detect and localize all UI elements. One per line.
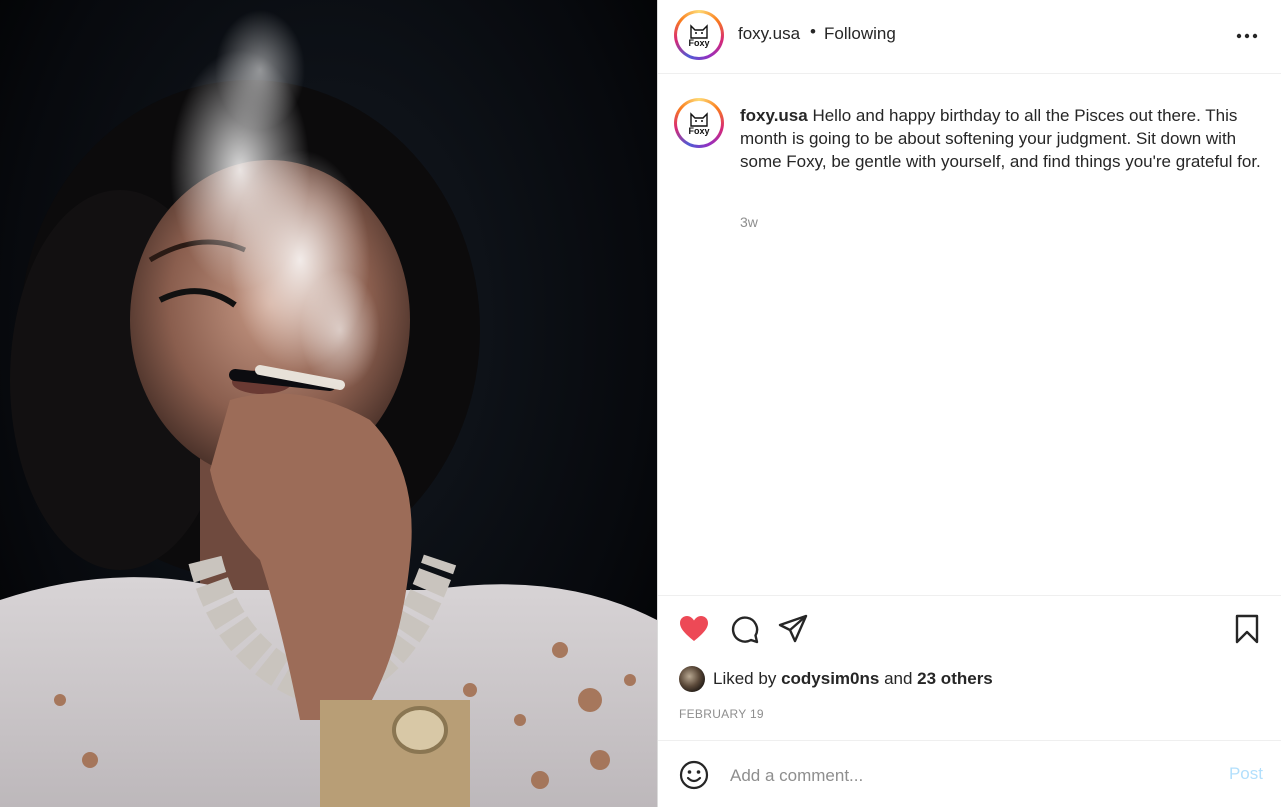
- avatar-inner: Foxy: [677, 13, 721, 57]
- logo-text: Foxy: [688, 126, 710, 136]
- post-header: Foxy foxy.usa • Following: [658, 0, 1281, 74]
- post-image[interactable]: [0, 0, 657, 807]
- caption-avatar[interactable]: Foxy: [674, 98, 724, 148]
- caption-body: Hello and happy birthday to all the Pisc…: [740, 106, 1261, 171]
- header-separator: •: [810, 22, 816, 41]
- likes-summary: Liked by codysim0ns and 23 others: [679, 666, 993, 692]
- caption-username[interactable]: foxy.usa: [740, 106, 808, 125]
- post-dialog: Foxy foxy.usa • Following Foxy foxy.usa …: [0, 0, 1281, 807]
- liker-avatar[interactable]: [679, 666, 705, 692]
- likes-conjunction: and: [884, 669, 913, 688]
- avatar-inner: Foxy: [677, 101, 721, 145]
- post-date[interactable]: FEBRUARY 19: [679, 707, 764, 721]
- heart-filled-icon[interactable]: [678, 613, 710, 645]
- bookmark-icon[interactable]: [1231, 613, 1263, 645]
- post-sidebar: Foxy foxy.usa • Following Foxy foxy.usa …: [657, 0, 1281, 807]
- comment-bubble-icon[interactable]: [728, 613, 760, 645]
- caption-age[interactable]: 3w: [740, 214, 758, 230]
- header-username[interactable]: foxy.usa: [738, 24, 800, 44]
- comment-bar: Post: [658, 740, 1281, 808]
- likes-others-link[interactable]: 23 others: [917, 669, 993, 689]
- post-photo-illustration: [0, 10, 657, 807]
- likes-prefix: Liked by: [713, 669, 777, 688]
- paper-plane-icon[interactable]: [777, 613, 809, 645]
- emoji-smile-icon[interactable]: [678, 759, 710, 791]
- more-options-icon[interactable]: [1235, 24, 1259, 48]
- liker-username[interactable]: codysim0ns: [781, 669, 879, 689]
- post-comment-button[interactable]: Post: [1229, 764, 1263, 784]
- caption-area: Foxy foxy.usa Hello and happy birthday t…: [658, 74, 1281, 594]
- comment-input[interactable]: [728, 759, 1172, 793]
- logo-text: Foxy: [688, 38, 710, 48]
- profile-avatar[interactable]: Foxy: [674, 10, 724, 60]
- following-button[interactable]: Following: [824, 24, 896, 44]
- caption-text: foxy.usa Hello and happy birthday to all…: [740, 104, 1270, 173]
- action-bar: Liked by codysim0ns and 23 others FEBRUA…: [658, 595, 1281, 741]
